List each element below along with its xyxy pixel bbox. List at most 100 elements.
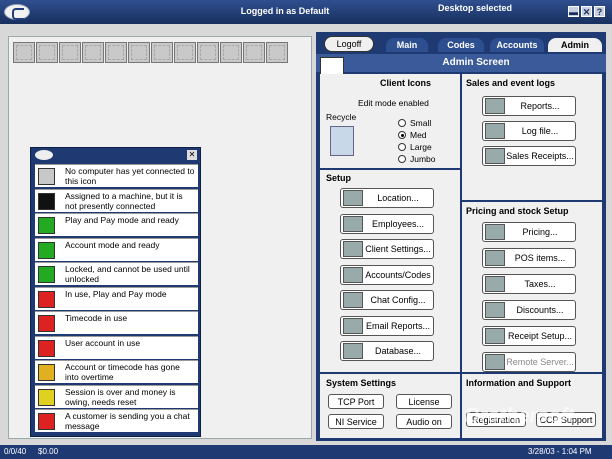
size-small-radio[interactable]: Small bbox=[398, 118, 431, 128]
status-color-icon bbox=[38, 266, 55, 283]
status-color-icon bbox=[38, 339, 55, 357]
status-color-icon bbox=[38, 241, 55, 259]
legend-text: Play and Pay mode and ready bbox=[65, 215, 179, 225]
legend-logo-icon bbox=[35, 150, 53, 160]
accounts-codes-icon bbox=[343, 266, 363, 283]
status-color-icon bbox=[38, 290, 55, 308]
employees-icon bbox=[343, 215, 363, 232]
station-count: 0/0/40 bbox=[4, 447, 27, 456]
station-slot[interactable] bbox=[105, 42, 127, 63]
legend-text: Account mode and ready bbox=[65, 239, 160, 250]
receipt-setup-button[interactable]: Receipt Setup... bbox=[482, 326, 576, 346]
sales-receipts-button[interactable]: Sales Receipts... bbox=[482, 146, 576, 166]
cash-total: $0.00 bbox=[38, 447, 59, 456]
taxes-icon bbox=[485, 276, 505, 292]
close-button[interactable]: ✕ bbox=[581, 6, 592, 17]
station-slot[interactable] bbox=[128, 42, 150, 63]
legend-close-button[interactable]: ✕ bbox=[187, 150, 197, 160]
pos-items-icon bbox=[485, 250, 505, 266]
minimize-button[interactable]: ▬ bbox=[568, 6, 579, 17]
radio-selected-icon bbox=[398, 131, 406, 139]
station-slot[interactable] bbox=[151, 42, 173, 63]
legend-text: Locked, and cannot be used until unlocke… bbox=[65, 264, 190, 284]
legend-text: User account in use bbox=[65, 337, 141, 348]
date-time: 3/28/03 - 1:04 PM bbox=[528, 447, 592, 456]
remote-server-button[interactable]: Remote Server... bbox=[482, 352, 576, 372]
station-slot[interactable] bbox=[174, 42, 196, 63]
database-button[interactable]: Database... bbox=[340, 341, 434, 361]
audio-on-button[interactable]: Audio on bbox=[396, 414, 452, 429]
status-color-icon bbox=[38, 315, 55, 332]
sales-logs-section: Sales and event logs Reports... Log file.… bbox=[462, 74, 602, 200]
tab-admin[interactable]: Admin bbox=[548, 38, 602, 52]
tab-accounts[interactable]: Accounts bbox=[490, 38, 544, 52]
watermark: Brothersoft bbox=[465, 405, 574, 427]
edit-mode-label: Edit mode enabled bbox=[358, 98, 429, 108]
legend-row: Timecode in use bbox=[35, 311, 198, 334]
legend-row: Locked, and cannot be used until unlocke… bbox=[35, 262, 198, 285]
app-logo-icon bbox=[4, 4, 30, 20]
station-slot[interactable] bbox=[266, 42, 288, 63]
client-settings-button[interactable]: Client Settings... bbox=[340, 239, 434, 259]
status-bar: 0/0/40 $0.00 3/28/03 - 1:04 PM bbox=[0, 445, 612, 459]
logoff-button[interactable]: Logoff bbox=[324, 36, 374, 52]
station-slot[interactable] bbox=[13, 42, 35, 63]
ni-service-button[interactable]: NI Service bbox=[328, 414, 384, 429]
legend-row: Session is over and money is owing, need… bbox=[35, 384, 198, 408]
discounts-icon bbox=[485, 302, 505, 318]
status-color-icon bbox=[38, 168, 55, 185]
help-button[interactable]: ? bbox=[594, 6, 605, 17]
radio-icon bbox=[398, 155, 406, 163]
station-slot[interactable] bbox=[82, 42, 104, 63]
email-reports-icon bbox=[343, 317, 363, 334]
size-med-radio[interactable]: Med bbox=[398, 130, 427, 140]
employees-button[interactable]: Employees... bbox=[340, 213, 434, 234]
location-button[interactable]: Location... bbox=[340, 188, 434, 208]
size-jumbo-radio[interactable]: Jumbo bbox=[398, 154, 436, 164]
client-icons-section: Client Icons Edit mode enabled Recycle S… bbox=[320, 74, 460, 168]
station-slot[interactable] bbox=[36, 42, 58, 63]
location-icon bbox=[343, 190, 363, 206]
reports-icon bbox=[485, 98, 505, 114]
chat-config-button[interactable]: Chat Config... bbox=[340, 290, 434, 310]
status-color-icon bbox=[38, 364, 55, 381]
legend-row: No computer has yet connected to this ic… bbox=[35, 164, 198, 187]
title-bar: Logged in as Default Desktop selected ▬ … bbox=[0, 0, 612, 24]
station-slot[interactable] bbox=[59, 42, 81, 63]
log-file-button[interactable]: Log file... bbox=[482, 121, 576, 141]
reports-button[interactable]: Reports... bbox=[482, 96, 576, 116]
taxes-button[interactable]: Taxes... bbox=[482, 274, 576, 294]
chat-config-icon bbox=[343, 292, 363, 308]
legend-text: A customer is sending you a chat message bbox=[65, 411, 190, 431]
pricing-icon bbox=[485, 224, 505, 240]
legend-text: Timecode in use bbox=[65, 313, 128, 323]
tcp-port-button[interactable]: TCP Port bbox=[328, 394, 384, 409]
client-settings-icon bbox=[343, 241, 363, 257]
station-slot[interactable] bbox=[243, 42, 265, 63]
discounts-button[interactable]: Discounts... bbox=[482, 300, 576, 320]
pricing-section: Pricing and stock Setup Pricing... POS it… bbox=[462, 202, 602, 372]
pricing-title: Pricing and stock Setup bbox=[466, 206, 569, 216]
status-color-icon bbox=[38, 217, 55, 234]
size-large-radio[interactable]: Large bbox=[398, 142, 432, 152]
info-support-title: Information and Support bbox=[466, 378, 571, 388]
legend-text: No computer has yet connected to this ic… bbox=[65, 166, 195, 186]
legend-row: Play and Pay mode and ready bbox=[35, 213, 198, 236]
legend-text: Account or timecode has gone into overti… bbox=[65, 362, 180, 382]
email-reports-button[interactable]: Email Reports... bbox=[340, 315, 434, 336]
station-slot[interactable] bbox=[197, 42, 219, 63]
tab-codes[interactable]: Codes bbox=[438, 38, 484, 52]
accounts-codes-button[interactable]: Accounts/Codes bbox=[340, 264, 434, 285]
legend-text: Session is over and money is owing, need… bbox=[65, 386, 176, 407]
pos-items-button[interactable]: POS items... bbox=[482, 248, 576, 268]
system-settings-title: System Settings bbox=[326, 378, 397, 388]
license-button[interactable]: License bbox=[396, 394, 452, 409]
legend-window: ✕ No computer has yet connected to this … bbox=[30, 147, 201, 437]
pricing-button[interactable]: Pricing... bbox=[482, 222, 576, 242]
tab-main[interactable]: Main bbox=[386, 38, 428, 52]
station-slot[interactable] bbox=[220, 42, 242, 63]
recycle-bin-icon[interactable] bbox=[330, 126, 354, 156]
system-settings-section: System Settings TCP Port License NI Serv… bbox=[320, 374, 460, 438]
legend-header: ✕ bbox=[31, 148, 200, 162]
setup-section: Setup Location... Employees... Client Sett… bbox=[320, 170, 460, 372]
